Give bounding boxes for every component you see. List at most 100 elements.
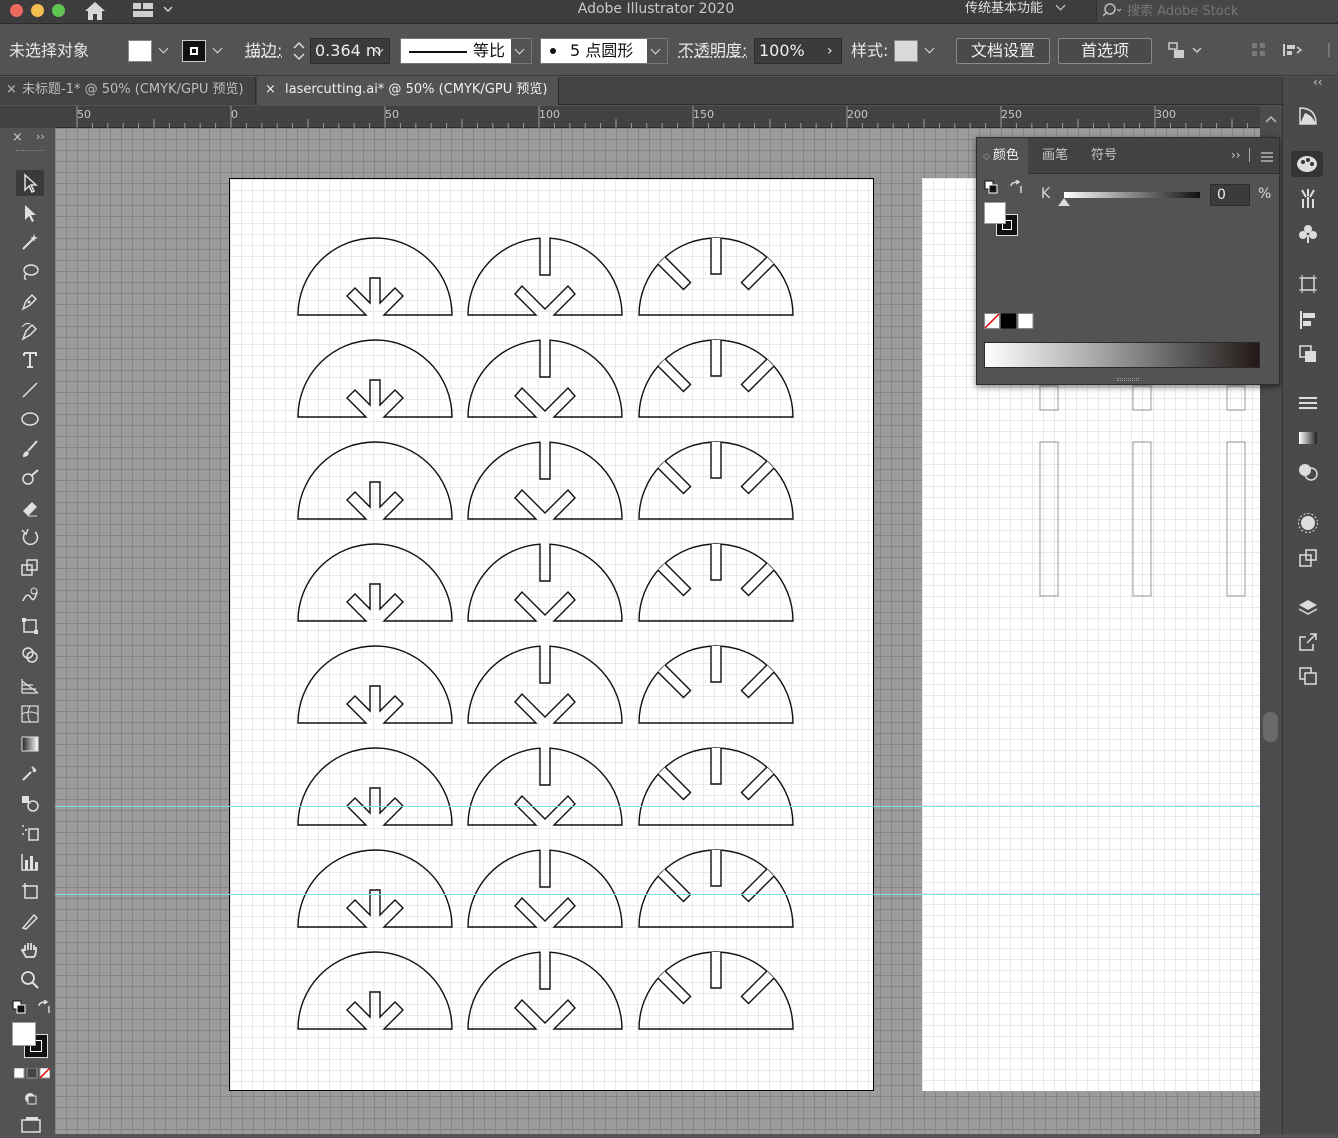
slot-cut[interactable]: [710, 238, 722, 275]
symbols-panel-icon[interactable]: [1295, 221, 1321, 247]
artboards-panel-icon[interactable]: [1295, 663, 1321, 689]
slot-cut[interactable]: [740, 970, 775, 1005]
transform-panel-icon[interactable]: [1295, 271, 1321, 297]
slot-rect[interactable]: [1226, 441, 1246, 597]
slot-rect[interactable]: [1039, 385, 1059, 411]
v-slot-shape[interactable]: [467, 747, 623, 826]
magic-wand-tool[interactable]: [16, 229, 44, 255]
export-panel-icon[interactable]: [1295, 629, 1321, 655]
v-slot-shape[interactable]: [467, 237, 623, 316]
slot-cut[interactable]: [657, 766, 692, 801]
opacity-label[interactable]: 不透明度:: [678, 39, 747, 63]
color-spectrum-bar[interactable]: [984, 342, 1260, 368]
tab-lasercutting[interactable]: × lasercutting.ai* @ 50% (CMYK/GPU 预览): [257, 77, 559, 105]
v-slot-shape[interactable]: [467, 339, 623, 418]
workspace-switcher[interactable]: 传统基本功能: [965, 0, 1066, 18]
gradient-panel-icon[interactable]: [1295, 425, 1321, 451]
arrow-shape[interactable]: [297, 849, 453, 928]
selection-tool[interactable]: [16, 170, 44, 196]
type-tool[interactable]: [16, 347, 44, 373]
panel-menu-icon[interactable]: [1261, 150, 1273, 166]
panel-resize-grip[interactable]: [1117, 378, 1139, 381]
stroke-color-control[interactable]: [182, 38, 228, 64]
quick-swatches[interactable]: [984, 313, 1034, 333]
v-slot-shape[interactable]: [467, 543, 623, 622]
slot-cut[interactable]: [740, 460, 775, 495]
transparency-panel-icon[interactable]: [1295, 459, 1321, 485]
arrow-shape[interactable]: [297, 441, 453, 520]
tab-brushes[interactable]: 画笔: [1033, 138, 1077, 174]
curvature-tool[interactable]: [16, 318, 44, 344]
graphic-styles-panel-icon[interactable]: [1295, 510, 1321, 536]
opacity-field[interactable]: 100% ›: [754, 38, 842, 64]
slot-rect[interactable]: [1226, 385, 1246, 411]
slot-rect[interactable]: [1132, 441, 1152, 597]
variable-width-profile-select[interactable]: 等比: [400, 38, 532, 64]
artboard-lasercutting[interactable]: [229, 178, 874, 1091]
perspective-grid-tool[interactable]: [16, 672, 44, 698]
asset-export-panel-icon[interactable]: [1295, 545, 1321, 571]
arrow-shape[interactable]: [297, 543, 453, 622]
v-slot-shape[interactable]: [467, 441, 623, 520]
slot-cut[interactable]: [740, 256, 775, 291]
warp-tool[interactable]: [16, 583, 44, 609]
stroke-panel-icon[interactable]: [1295, 390, 1321, 416]
collapse-dock-icon[interactable]: ‹‹: [1313, 75, 1323, 89]
slot-cut[interactable]: [740, 358, 775, 393]
panel-grid-icon[interactable]: [1250, 41, 1268, 63]
color-mode-buttons[interactable]: [13, 1067, 51, 1084]
slot-rect[interactable]: [1039, 441, 1059, 597]
slot-cut[interactable]: [740, 766, 775, 801]
tab-untitled[interactable]: × 未标题-1* @ 50% (CMYK/GPU 预览): [0, 77, 256, 105]
v-slot-shape[interactable]: [467, 849, 623, 928]
tab-color[interactable]: ◇ 颜色: [977, 138, 1028, 174]
v-slot-shape[interactable]: [467, 645, 623, 724]
ellipse-tool[interactable]: [16, 406, 44, 432]
shape-builder-tool[interactable]: [16, 642, 44, 668]
close-icon[interactable]: ×: [6, 77, 17, 103]
slot-cut[interactable]: [657, 868, 692, 903]
slot-cut[interactable]: [657, 664, 692, 699]
horizontal-guide[interactable]: [55, 894, 1260, 895]
slot-cut[interactable]: [710, 442, 722, 479]
fill-stroke-indicator[interactable]: [12, 1022, 52, 1060]
collapse-icon[interactable]: ››: [36, 130, 45, 143]
mesh-tool[interactable]: [16, 701, 44, 727]
brush-definition-select[interactable]: 5 点圆形: [540, 38, 668, 64]
default-colors-icon[interactable]: [984, 180, 998, 198]
horizontal-guide[interactable]: [55, 806, 1260, 807]
pathfinder-panel-icon[interactable]: [1295, 341, 1321, 367]
slot-cut[interactable]: [657, 256, 692, 291]
slot-cut[interactable]: [710, 646, 722, 683]
eraser-tool[interactable]: [16, 495, 44, 521]
v-slot-shape[interactable]: [467, 951, 623, 1030]
slot-cut[interactable]: [710, 850, 722, 887]
blend-tool[interactable]: [16, 790, 44, 816]
screen-mode-icon[interactable]: [20, 1116, 42, 1138]
rotate-tool[interactable]: [16, 524, 44, 550]
slider-thumb-icon[interactable]: [1058, 198, 1070, 206]
arrow-shape[interactable]: [297, 951, 453, 1030]
arrange-documents-icon[interactable]: [1166, 41, 1206, 65]
align-panel-icon[interactable]: [1282, 41, 1304, 63]
pen-tool[interactable]: [16, 288, 44, 314]
shaper-tool[interactable]: [16, 465, 44, 491]
slot-cut[interactable]: [657, 970, 692, 1005]
graphic-style-control[interactable]: [894, 38, 940, 64]
slot-cut[interactable]: [710, 748, 722, 785]
fill-stroke-indicator[interactable]: [984, 202, 1020, 238]
gradient-tool[interactable]: [16, 731, 44, 757]
chevron-up-icon[interactable]: [1265, 112, 1277, 128]
k-value-field[interactable]: 0: [1210, 184, 1250, 206]
tab-symbols[interactable]: 符号: [1082, 138, 1126, 174]
preferences-button[interactable]: 首选项: [1058, 38, 1152, 64]
close-icon[interactable]: ×: [265, 77, 276, 103]
align-panel-icon[interactable]: [1295, 307, 1321, 333]
slot-cut[interactable]: [657, 562, 692, 597]
control-bar-menu-icon[interactable]: [1324, 41, 1334, 63]
paintbrush-tool[interactable]: [16, 436, 44, 462]
document-setup-button[interactable]: 文档设置: [956, 38, 1050, 64]
slot-rect[interactable]: [1132, 385, 1152, 411]
slot-cut[interactable]: [710, 340, 722, 377]
swap-fill-stroke-icon[interactable]: [36, 999, 52, 1020]
